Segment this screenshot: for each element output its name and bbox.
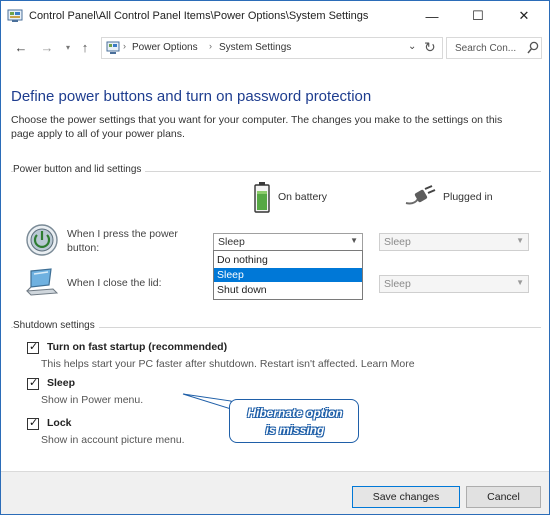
- power-button-battery-select[interactable]: Sleep ▼: [213, 233, 363, 251]
- fast-startup-description: This helps start your PC faster after sh…: [41, 358, 415, 370]
- cancel-button[interactable]: Cancel: [466, 486, 541, 508]
- up-arrow-icon: ↑: [81, 39, 89, 55]
- option-shut-down[interactable]: Shut down: [214, 283, 362, 297]
- lock-checkbox[interactable]: ✓: [27, 417, 39, 430]
- annotation-callout: Hibernate option is missing: [229, 399, 359, 443]
- save-changes-button[interactable]: Save changes: [352, 486, 460, 508]
- option-sleep[interactable]: Sleep: [214, 268, 362, 282]
- plug-icon: [405, 185, 436, 205]
- on-battery-header: On battery: [278, 191, 328, 203]
- close-icon: ✕: [518, 8, 530, 23]
- window-title: Control Panel\All Control Panel Items\Po…: [29, 10, 369, 22]
- search-placeholder: Search Con...: [455, 43, 517, 54]
- lock-label[interactable]: Lock: [47, 417, 72, 429]
- maximize-button[interactable]: ☐: [455, 1, 501, 31]
- power-button-label: When I press the power button:: [67, 228, 178, 254]
- power-button-icon: [26, 224, 58, 256]
- breadcrumb-system-settings[interactable]: System Settings: [219, 42, 291, 53]
- system-settings-window: Control Panel\All Control Panel Items\Po…: [0, 0, 550, 515]
- lock-description: Show in account picture menu.: [41, 434, 185, 446]
- battery-icon: [254, 182, 270, 213]
- plugged-in-header: Plugged in: [443, 191, 493, 203]
- annotation-line-2: is missing: [265, 423, 325, 437]
- dropdown-arrow-icon: ▼: [516, 236, 524, 245]
- checkmark-icon: ✓: [29, 377, 39, 389]
- breadcrumb-separator: ›: [123, 41, 126, 51]
- select-value: Sleep: [384, 236, 411, 248]
- minimize-icon: —: [425, 8, 439, 24]
- back-arrow-icon: ←: [14, 39, 28, 55]
- minimize-button[interactable]: —: [409, 1, 455, 31]
- sleep-label[interactable]: Sleep: [47, 377, 75, 389]
- address-dropdown-icon[interactable]: ⌄: [408, 41, 416, 52]
- navigation-bar: ← → ▾ ↑ › Power Options › System Setting…: [1, 33, 549, 61]
- up-button[interactable]: ↑: [75, 37, 95, 57]
- page-description: Choose the power settings that you want …: [11, 114, 503, 140]
- fast-startup-checkbox[interactable]: ✓: [27, 341, 39, 354]
- chevron-down-icon: ▾: [65, 42, 70, 52]
- laptop-lid-icon: [25, 268, 59, 296]
- power-button-plugged-select[interactable]: Sleep ▼: [379, 233, 529, 251]
- option-do-nothing[interactable]: Do nothing: [214, 253, 362, 267]
- refresh-icon[interactable]: ↻: [424, 39, 436, 56]
- page-title: Define power buttons and turn on passwor…: [11, 88, 372, 105]
- search-icon: [527, 41, 539, 54]
- fast-startup-label[interactable]: Turn on fast startup (recommended): [47, 341, 227, 353]
- power-action-dropdown-list[interactable]: Do nothing Sleep Shut down: [213, 250, 363, 300]
- control-panel-icon: [106, 41, 120, 54]
- back-button[interactable]: ←: [11, 37, 31, 57]
- close-lid-label: When I close the lid:: [67, 277, 162, 289]
- power-section-label: Power button and lid settings: [13, 164, 146, 175]
- address-bar[interactable]: › Power Options › System Settings ⌄ ↻: [101, 37, 443, 59]
- footer-bar: Save changes Cancel: [1, 471, 549, 514]
- close-lid-plugged-select[interactable]: Sleep ▼: [379, 275, 529, 293]
- control-panel-icon: [7, 9, 23, 22]
- checkmark-icon: ✓: [29, 341, 39, 353]
- sleep-checkbox[interactable]: ✓: [27, 377, 39, 390]
- dropdown-arrow-icon: ▼: [350, 236, 358, 245]
- title-bar[interactable]: Control Panel\All Control Panel Items\Po…: [1, 1, 549, 31]
- forward-button[interactable]: →: [37, 37, 57, 57]
- shutdown-section-label: Shutdown settings: [13, 320, 99, 331]
- search-input[interactable]: Search Con...: [446, 37, 542, 59]
- forward-arrow-icon: →: [40, 39, 54, 55]
- breadcrumb-power-options[interactable]: Power Options: [132, 42, 198, 53]
- annotation-line-1: Hibernate option: [247, 406, 343, 420]
- dropdown-arrow-icon: ▼: [516, 278, 524, 287]
- select-value: Sleep: [384, 278, 411, 290]
- close-button[interactable]: ✕: [501, 1, 547, 31]
- breadcrumb-separator: ›: [209, 41, 212, 51]
- checkmark-icon: ✓: [29, 417, 39, 429]
- maximize-icon: ☐: [472, 8, 484, 23]
- select-value: Sleep: [218, 236, 245, 248]
- sleep-description: Show in Power menu.: [41, 394, 144, 406]
